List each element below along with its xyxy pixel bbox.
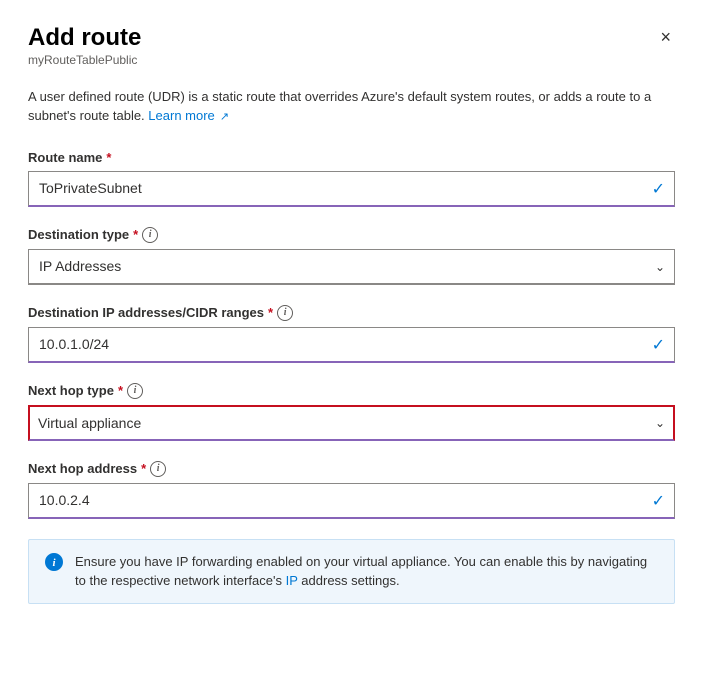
- next-hop-type-label: Next hop type * i: [28, 383, 675, 399]
- destination-ip-label: Destination IP addresses/CIDR ranges * i: [28, 305, 675, 321]
- next-hop-type-info-icon[interactable]: i: [127, 383, 143, 399]
- close-button[interactable]: ×: [656, 24, 675, 50]
- destination-type-select[interactable]: IP Addresses: [28, 249, 675, 285]
- info-box: i Ensure you have IP forwarding enabled …: [28, 539, 675, 604]
- route-name-input[interactable]: [28, 171, 675, 207]
- destination-type-input-wrapper: IP Addresses ⌄: [28, 249, 675, 285]
- info-box-text: Ensure you have IP forwarding enabled on…: [75, 552, 658, 591]
- destination-type-info-icon[interactable]: i: [142, 227, 158, 243]
- destination-ip-field: Destination IP addresses/CIDR ranges * i…: [28, 305, 675, 363]
- next-hop-type-select[interactable]: Virtual appliance: [28, 405, 675, 441]
- route-name-required: *: [106, 150, 111, 165]
- destination-ip-input[interactable]: [28, 327, 675, 363]
- route-name-label: Route name *: [28, 150, 675, 165]
- ip-link[interactable]: IP: [286, 573, 298, 588]
- next-hop-address-field: Next hop address * i ✓: [28, 461, 675, 519]
- title-block: Add route myRouteTablePublic: [28, 24, 141, 83]
- panel-subtitle: myRouteTablePublic: [28, 53, 141, 67]
- panel-title: Add route: [28, 24, 141, 53]
- destination-ip-info-icon[interactable]: i: [277, 305, 293, 321]
- next-hop-address-label: Next hop address * i: [28, 461, 675, 477]
- next-hop-address-info-icon[interactable]: i: [150, 461, 166, 477]
- destination-ip-input-wrapper: ✓: [28, 327, 675, 363]
- add-route-panel: Add route myRouteTablePublic × A user de…: [0, 0, 703, 697]
- route-name-input-wrapper: ✓: [28, 171, 675, 207]
- description-text: A user defined route (UDR) is a static r…: [28, 87, 675, 126]
- destination-type-label: Destination type * i: [28, 227, 675, 243]
- learn-more-link[interactable]: Learn more ↗: [148, 108, 229, 123]
- destination-type-required: *: [133, 227, 138, 242]
- next-hop-address-input-wrapper: ✓: [28, 483, 675, 519]
- route-name-field: Route name * ✓: [28, 150, 675, 207]
- info-box-icon: i: [45, 553, 63, 576]
- next-hop-address-required: *: [141, 461, 146, 476]
- next-hop-address-input[interactable]: [28, 483, 675, 519]
- panel-header: Add route myRouteTablePublic ×: [28, 24, 675, 83]
- next-hop-type-input-wrapper: Virtual appliance ⌄: [28, 405, 675, 441]
- next-hop-type-field: Next hop type * i Virtual appliance ⌄: [28, 383, 675, 441]
- destination-type-field: Destination type * i IP Addresses ⌄: [28, 227, 675, 285]
- next-hop-type-required: *: [118, 383, 123, 398]
- external-link-icon: ↗: [217, 111, 229, 123]
- destination-ip-required: *: [268, 305, 273, 320]
